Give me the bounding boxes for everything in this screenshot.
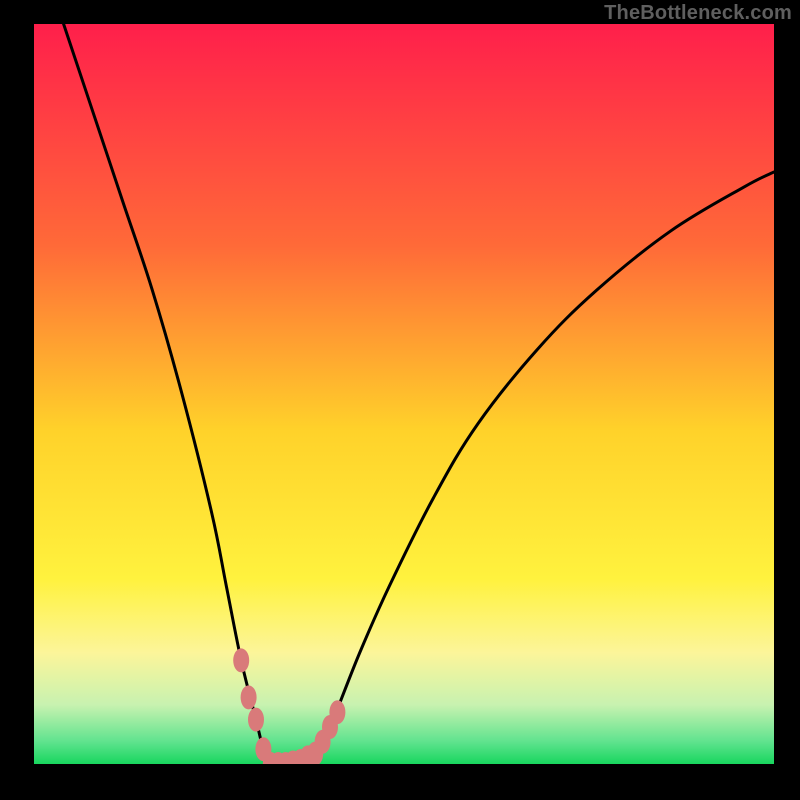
highlight-markers (233, 648, 345, 764)
curve-layer (34, 24, 774, 764)
plot-area (34, 24, 774, 764)
chart-frame: TheBottleneck.com (0, 0, 800, 800)
marker-dot (233, 648, 249, 672)
watermark-text: TheBottleneck.com (604, 2, 792, 25)
marker-dot (329, 700, 345, 724)
bottleneck-curve (64, 24, 774, 764)
marker-dot (248, 708, 264, 732)
marker-dot (241, 685, 257, 709)
